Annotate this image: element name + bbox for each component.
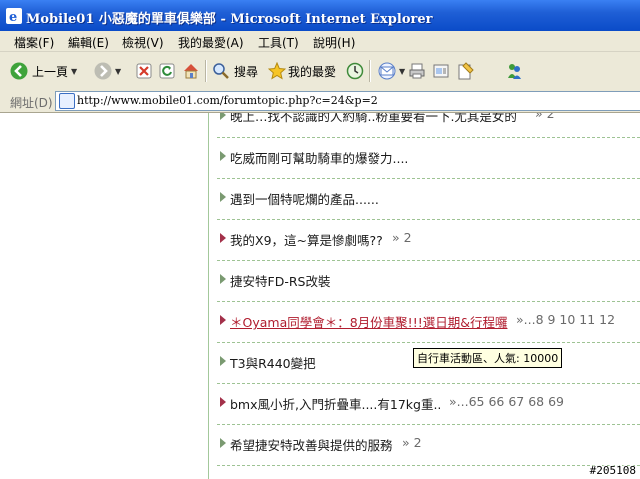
topic-row: ＊Oyama同學會＊：8月份車聚!!!選日期&行程囉 »...8 9 10 11… <box>209 302 640 343</box>
ie-logo-icon: e <box>6 8 22 24</box>
window-title: Mobile01 小惡魔的單車俱樂部 - Microsoft Internet … <box>26 12 433 27</box>
toolbar: 上一頁 ▼ ▼ 搜尋 我的最愛 ▼ <box>0 52 640 91</box>
search-icon <box>213 63 229 79</box>
topic-row: 我的X9，這~算是慘劇嗎?? » 2 <box>209 220 640 261</box>
menu-favorites[interactable]: 我的最愛(A) <box>178 34 244 51</box>
topic-row: 吃威而剛可幫助騎車的爆發力.... <box>209 138 640 179</box>
back-arrow-icon <box>10 62 28 80</box>
address-label: 網址(D) <box>10 96 53 110</box>
topic-row: bmx風小折,入門折疊車....有17kg重.. »...65 66 67 68… <box>209 384 640 425</box>
topic-title[interactable]: 我的X9，這~算是慘劇嗎?? <box>230 230 383 249</box>
mail-dropdown-icon[interactable]: ▼ <box>399 67 405 76</box>
stop-icon[interactable] <box>136 63 152 79</box>
menu-file[interactable]: 檔案(F) <box>14 34 54 51</box>
bullet-icon <box>220 151 226 161</box>
bullet-hot-icon <box>220 315 226 325</box>
home-icon[interactable] <box>182 62 200 80</box>
bullet-icon <box>220 438 226 448</box>
topic-title-highlight[interactable]: ＊Oyama同學會＊：8月份車聚!!!選日期&行程囉 <box>230 312 507 331</box>
search-button[interactable]: 搜尋 <box>212 58 258 84</box>
star-icon <box>268 62 286 80</box>
topic-pages[interactable]: » 2 <box>392 230 412 245</box>
menu-tools[interactable]: 工具(T) <box>258 34 299 51</box>
page-content: 晚上…找不認識的人約騎..粉重要看一下.尤其是女的 » 2 吃威而剛可幫助騎車的… <box>0 113 640 479</box>
topic-title[interactable]: T3與R440變把 <box>230 353 316 372</box>
discuss-icon[interactable] <box>457 61 475 81</box>
topic-title[interactable]: bmx風小折,入門折疊車....有17kg重.. <box>230 394 441 413</box>
address-url[interactable]: http://www.mobile01.com/forumtopic.php?c… <box>77 94 378 107</box>
topic-pages[interactable]: »...65 66 67 68 69 <box>449 394 564 409</box>
menu-bar: 檔案(F) 編輯(E) 檢視(V) 我的最愛(A) 工具(T) 說明(H) <box>0 31 640 52</box>
topic-pages[interactable]: » 2 <box>535 113 555 121</box>
forward-arrow-icon <box>94 62 112 80</box>
forward-button[interactable]: ▼ <box>94 58 121 84</box>
address-input[interactable]: http://www.mobile01.com/forumtopic.php?c… <box>55 91 640 111</box>
page-icon <box>59 93 75 109</box>
topic-pages[interactable]: »...8 9 10 11 12 <box>516 312 615 327</box>
bullet-icon <box>220 356 226 366</box>
topic-row: 捷安特FD-RS改裝 <box>209 261 640 302</box>
messenger-icon[interactable] <box>505 61 523 81</box>
address-bar: 網址(D) http://www.mobile01.com/forumtopic… <box>0 90 640 113</box>
search-label: 搜尋 <box>234 64 259 79</box>
topic-title[interactable]: 捷安特FD-RS改裝 <box>230 271 330 290</box>
bullet-hot-icon <box>220 397 226 407</box>
bullet-icon <box>220 274 226 284</box>
favorites-label: 我的最愛 <box>288 64 337 79</box>
edit-page-icon[interactable] <box>432 62 450 80</box>
bullet-hot-icon <box>220 233 226 243</box>
refresh-icon[interactable] <box>159 63 175 79</box>
menu-help[interactable]: 說明(H) <box>313 34 355 51</box>
back-dropdown-icon[interactable]: ▼ <box>71 67 77 76</box>
back-label: 上一頁 <box>32 64 69 79</box>
forward-dropdown-icon[interactable]: ▼ <box>115 67 121 76</box>
topic-title[interactable]: 遇到一個特呢爛的產品...... <box>230 189 379 208</box>
history-icon[interactable] <box>346 62 364 80</box>
topic-row: 晚上…找不認識的人約騎..粉重要看一下.尤其是女的 » 2 <box>209 113 640 138</box>
topic-row: 希望捷安特改善與提供的服務 » 2 <box>209 425 640 466</box>
topic-title[interactable]: 晚上…找不認識的人約騎..粉重要看一下.尤其是女的 <box>230 113 517 125</box>
topic-title[interactable]: 吃威而剛可幫助騎車的爆發力.... <box>230 148 408 167</box>
tooltip: 自行車活動區、人氣: 10000 <box>413 348 563 368</box>
topic-row: 遇到一個特呢爛的產品...... <box>209 179 640 220</box>
menu-edit[interactable]: 編輯(E) <box>68 34 109 51</box>
watermark: #205108 <box>589 464 636 477</box>
favorites-button[interactable]: 我的最愛 <box>268 58 336 84</box>
left-panel <box>0 113 208 479</box>
back-button[interactable]: 上一頁 ▼ <box>10 58 77 84</box>
bullet-icon <box>220 192 226 202</box>
window-title-bar: e Mobile01 小惡魔的單車俱樂部 - Microsoft Interne… <box>0 0 640 31</box>
print-icon[interactable] <box>408 62 426 80</box>
svg-text:e: e <box>9 10 17 24</box>
bullet-icon <box>220 113 226 120</box>
topic-pages[interactable]: » 2 <box>402 435 422 450</box>
mail-icon[interactable] <box>377 62 397 80</box>
topic-title[interactable]: 希望捷安特改善與提供的服務 <box>230 435 393 454</box>
menu-view[interactable]: 檢視(V) <box>122 34 164 51</box>
